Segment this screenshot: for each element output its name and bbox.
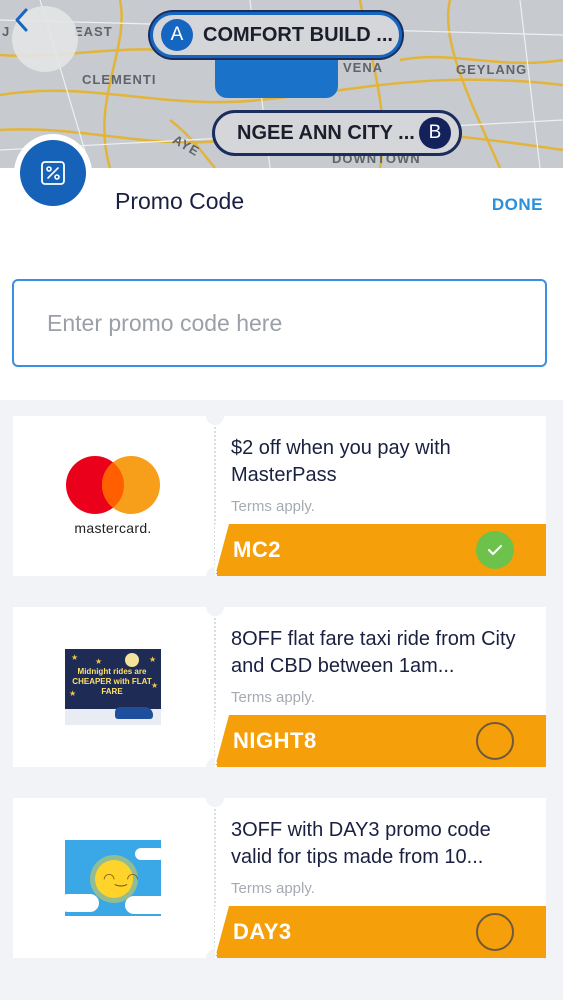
night-promo-illustration: ★ ★ ★ ★ ★ Midnight rides are CHEAPER wit… — [65, 649, 161, 725]
promo-code-label: DAY3 — [233, 919, 292, 944]
promo-ticket-icon — [41, 161, 65, 185]
pickup-location-pill[interactable]: A COMFORT BUILD ... — [150, 12, 402, 58]
promo-select-radio[interactable] — [476, 913, 514, 951]
promo-description: 8OFF flat fare taxi ride from City and C… — [231, 628, 516, 677]
promo-terms-link[interactable]: Terms apply. — [231, 880, 315, 897]
pickup-label: COMFORT BUILD ... — [203, 23, 393, 46]
mastercard-wordmark: mastercard. — [74, 520, 152, 536]
map-label-west: J — [2, 24, 11, 39]
promo-icon-badge — [14, 134, 92, 212]
promo-selected-radio[interactable] — [476, 531, 514, 569]
sun-promo-illustration: ◠‿◠ — [65, 840, 161, 916]
promo-code-bar[interactable]: MC2 — [215, 524, 546, 576]
map-view[interactable]: J EAST CLEMENTI VENA GEYLANG AYE DOWNTOW… — [0, 0, 563, 168]
check-icon — [487, 544, 503, 556]
promo-code-label: NIGHT8 — [233, 728, 317, 753]
done-button[interactable]: DONE — [492, 195, 543, 215]
map-label-vena: VENA — [343, 60, 384, 75]
map-label-east: EAST — [74, 24, 113, 39]
page-title: Promo Code — [115, 188, 245, 214]
mastercard-logo-icon — [66, 456, 160, 514]
back-button[interactable] — [12, 6, 78, 72]
promo-description: $2 off when you pay with MasterPass — [231, 437, 451, 486]
map-label-geylang: GEYLANG — [456, 62, 528, 77]
dropoff-label: NGEE ANN CITY ... — [237, 121, 415, 144]
promo-code-label: MC2 — [233, 537, 281, 562]
promo-code-bar[interactable]: DAY3 — [215, 906, 546, 958]
dropoff-badge: B — [419, 117, 451, 149]
night-promo-text: Midnight rides are CHEAPER with FLAT FAR… — [72, 667, 152, 696]
promo-card-day3[interactable]: ◠‿◠ 3OFF with DAY3 promo code valid for … — [13, 798, 546, 958]
promo-code-bar[interactable]: NIGHT8 — [215, 715, 546, 767]
map-label-clementi: CLEMENTI — [82, 72, 157, 87]
chevron-left-icon — [15, 8, 28, 32]
promo-image-sun: ◠‿◠ — [13, 798, 213, 958]
pickup-badge: A — [161, 19, 193, 51]
promo-description: 3OFF with DAY3 promo code valid for tips… — [231, 819, 491, 868]
promo-terms-link[interactable]: Terms apply. — [231, 498, 315, 515]
promo-header-panel: Promo Code DONE — [0, 134, 563, 400]
dropoff-location-pill[interactable]: NGEE ANN CITY ... B — [212, 110, 462, 156]
promo-card-mc2[interactable]: mastercard. $2 off when you pay with Mas… — [13, 416, 546, 576]
promo-select-radio[interactable] — [476, 722, 514, 760]
promo-terms-link[interactable]: Terms apply. — [231, 689, 315, 706]
promo-card-night8[interactable]: ★ ★ ★ ★ ★ Midnight rides are CHEAPER wit… — [13, 607, 546, 767]
taxi-icon — [115, 707, 153, 719]
promo-image-night: ★ ★ ★ ★ ★ Midnight rides are CHEAPER wit… — [13, 607, 213, 767]
promo-code-input[interactable] — [12, 279, 547, 367]
promo-image-mastercard: mastercard. — [13, 416, 213, 576]
